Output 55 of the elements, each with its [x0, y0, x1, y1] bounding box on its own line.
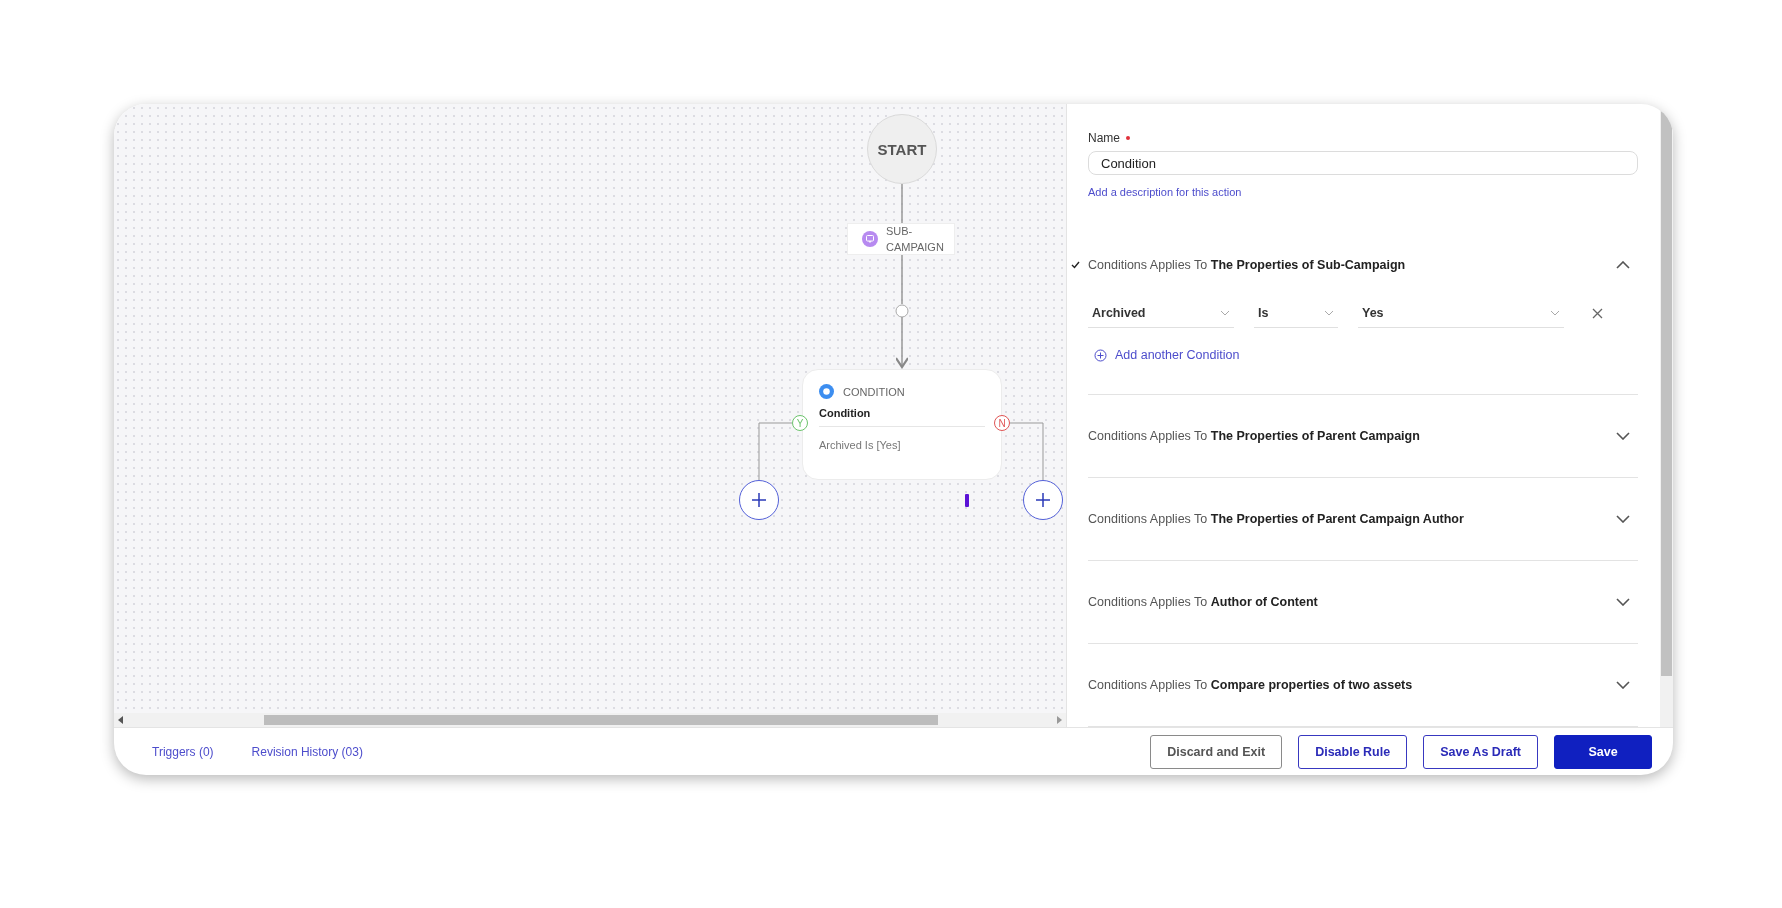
node-summary: Archived Is [Yes]: [819, 439, 902, 451]
node-type-label: CONDITION: [843, 385, 905, 398]
footer-link[interactable]: Revision History (03): [251, 744, 363, 759]
footer-button[interactable]: Save: [1554, 734, 1652, 769]
name-input-field[interactable]: Condition: [1088, 151, 1638, 175]
section-header[interactable]: Conditions Applies To Compare properties of two assets: [1088, 644, 1638, 726]
add-step-button[interactable]: [1023, 480, 1063, 520]
chevron-down-icon: [1220, 309, 1230, 316]
no-branch-line: [1009, 422, 1044, 481]
chevron-down-icon: [1616, 681, 1630, 689]
add-description-link[interactable]: Add a description for this action: [1088, 186, 1242, 198]
field-label: Name: [1088, 131, 1120, 145]
value-dropdown[interactable]: Yes: [1358, 298, 1564, 328]
plus-icon: [751, 492, 767, 508]
close-icon: [1592, 307, 1603, 319]
chevron-up-icon: [1616, 261, 1630, 269]
chevron-down-icon: [1616, 598, 1630, 606]
section-title: Conditions Applies To Compare properties of two assets: [1088, 678, 1414, 692]
footer-link[interactable]: Triggers (0): [152, 744, 214, 759]
no-branch-tag: N: [994, 415, 1010, 431]
chevron-down-icon: [1616, 432, 1630, 440]
section-title: Conditions Applies To The Properties of Parent Campaign: [1088, 429, 1421, 443]
plus-circle-icon: [1094, 348, 1107, 362]
scroll-left-arrow-icon[interactable]: [118, 716, 124, 724]
section-header[interactable]: Conditions Applies To The Properties of Parent Campaign: [1088, 395, 1638, 477]
yes-branch-tag: Y: [792, 415, 808, 431]
footer-button[interactable]: Disable Rule: [1298, 734, 1408, 769]
section-header[interactable]: Conditions Applies To The Properties of Parent Campaign Author: [1088, 478, 1638, 560]
sub-campaign-node[interactable]: SUB-CAMPAIGN: [847, 223, 955, 255]
chevron-down-icon: [1550, 309, 1560, 316]
operator-dropdown[interactable]: Is: [1254, 298, 1338, 328]
add-step-button[interactable]: [739, 480, 779, 520]
yes-branch-line: [758, 422, 793, 481]
text-cursor-marker: [965, 494, 969, 507]
field-dropdown[interactable]: Archived: [1088, 298, 1234, 328]
footer-button[interactable]: Discard and Exit: [1150, 734, 1283, 769]
remove-condition-button[interactable]: [1592, 307, 1603, 319]
connector-line: [901, 183, 903, 224]
footer-button[interactable]: Save As Draft: [1423, 734, 1538, 769]
section-title: Conditions Applies To The Properties of Sub-Campaign: [1088, 258, 1407, 272]
chat-icon: [862, 231, 878, 247]
condition-icon: [819, 384, 834, 399]
scroll-right-arrow-icon[interactable]: [1056, 716, 1062, 724]
horizontal-scrollbar[interactable]: [114, 713, 1066, 727]
add-condition-button[interactable]: Add another Condition: [1094, 348, 1240, 362]
node-title: Condition: [819, 407, 985, 427]
section-title: Conditions Applies To Author of Content: [1088, 595, 1319, 609]
section-title: Conditions Applies To The Properties of Parent Campaign Author: [1088, 512, 1465, 526]
chevron-down-icon: [1616, 515, 1630, 523]
plus-icon: [1035, 492, 1051, 508]
node-label: SUB-CAMPAIGN: [886, 224, 942, 255]
section-header[interactable]: Conditions Applies To Author of Content: [1088, 561, 1638, 643]
section-header[interactable]: Conditions Applies To The Properties of Sub-Campaign: [1088, 250, 1638, 280]
chevron-down-icon: [1324, 309, 1334, 316]
start-node[interactable]: START: [867, 114, 937, 184]
